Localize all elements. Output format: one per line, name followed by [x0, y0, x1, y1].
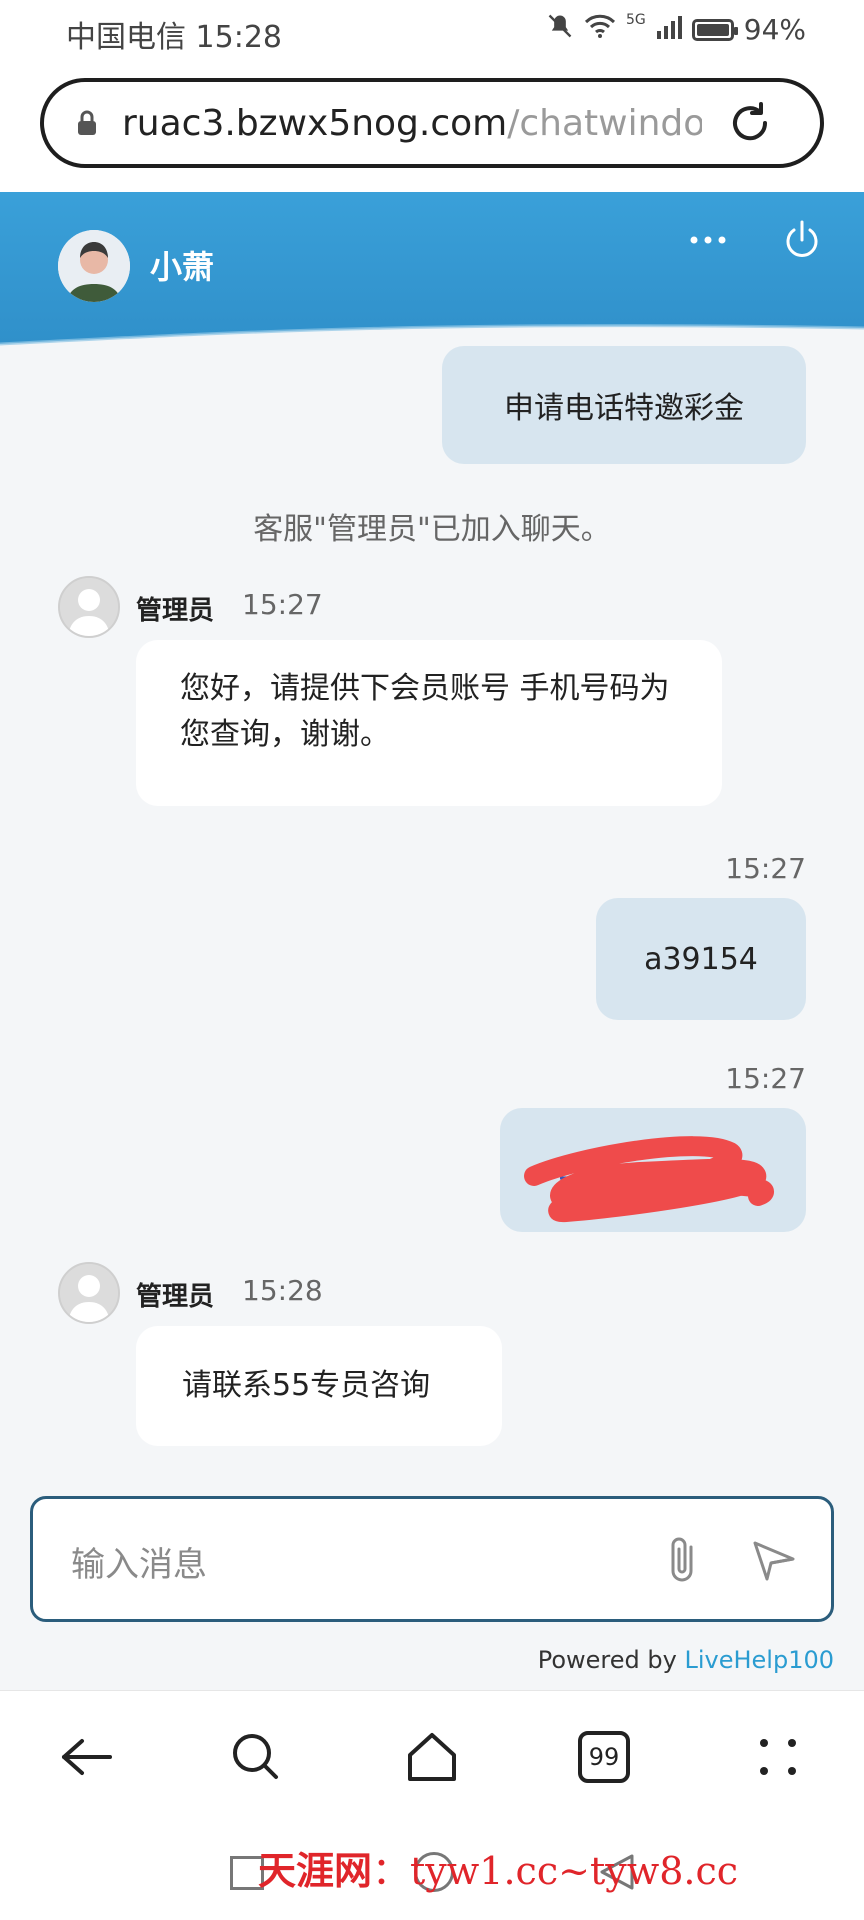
chat-header: 小萧 [0, 192, 864, 354]
message-bubble-incoming[interactable]: 请联系55专员咨询 [136, 1326, 502, 1446]
lock-icon [72, 108, 102, 138]
menu-icon[interactable] [748, 1727, 808, 1787]
url-text[interactable]: ruac3.bzwx5nog.com/chatwindow [122, 103, 702, 144]
url-path: /chatwindow [507, 102, 702, 144]
powered-brand-link[interactable]: LiveHelp100 [684, 1646, 834, 1674]
powered-by: Powered by LiveHelp100 [538, 1646, 834, 1674]
browser-bottom-nav: 99 [0, 1690, 864, 1831]
mute-icon [546, 12, 574, 47]
paperclip-icon[interactable] [661, 1533, 707, 1589]
status-bar: 中国电信 15:28 5G 94% [0, 0, 864, 60]
system-nav-bar: 天涯网：tyw1.cc~tyw8.cc [0, 1830, 864, 1920]
search-icon[interactable] [226, 1727, 286, 1787]
message-text: 您好，请提供下会员账号 手机号码为您查询，谢谢。 [180, 671, 670, 752]
agent-name: 小萧 [150, 248, 215, 286]
reload-icon[interactable] [724, 97, 776, 149]
message-time: 15:27 [725, 852, 806, 885]
message-text: 请联系55专员咨询 [182, 1368, 431, 1403]
address-bar[interactable]: ruac3.bzwx5nog.com/chatwindow [40, 78, 824, 168]
message-list: 申请电话特邀彩金 客服"管理员"已加入聊天。 管理员 15:27 您好，请提供下… [0, 346, 864, 1484]
agent-avatar [58, 230, 130, 302]
browser-toolbar: ruac3.bzwx5nog.com/chatwindow [0, 60, 864, 192]
admin-avatar [58, 1262, 120, 1324]
tabs-icon[interactable]: 99 [574, 1727, 634, 1787]
message-input[interactable]: 输入消息 [30, 1496, 834, 1622]
message-text: a39154 [644, 941, 758, 977]
carrier-time: 中国电信 15:28 [66, 20, 282, 55]
message-bubble-outgoing[interactable]: 申请电话特邀彩金 [442, 346, 806, 464]
watermark-sep: ： [372, 1849, 411, 1893]
message-bubble-outgoing[interactable]: a39154 [596, 898, 806, 1020]
tab-count: 99 [588, 1743, 620, 1771]
message-text: 申请电话特邀彩金 [504, 391, 744, 426]
watermark: 天涯网：tyw1.cc~tyw8.cc [258, 1840, 738, 1895]
network-label: 5G [626, 11, 646, 28]
wifi-icon [584, 13, 616, 46]
signal-icon [656, 13, 682, 46]
redaction-scribble [524, 1136, 774, 1223]
message-time: 15:28 [242, 1274, 323, 1307]
status-icons: 5G 94% [546, 12, 806, 47]
sender-name: 管理员 [136, 1282, 215, 1312]
input-placeholder: 输入消息 [71, 1545, 207, 1585]
system-notice: 客服"管理员"已加入聊天。 [253, 512, 611, 547]
url-host: ruac3.bzwx5nog.com [122, 102, 508, 144]
message-time: 15:27 [242, 588, 323, 621]
battery-percent: 94% [743, 13, 806, 46]
more-icon[interactable] [686, 228, 730, 252]
message-bubble-redacted[interactable] [500, 1108, 806, 1232]
sender-name: 管理员 [136, 596, 215, 626]
watermark-cn: 天涯网 [258, 1848, 373, 1893]
send-icon[interactable] [749, 1535, 799, 1585]
home-icon[interactable] [402, 1727, 462, 1787]
watermark-url: tyw1.cc~tyw8.cc [410, 1849, 739, 1893]
back-icon[interactable] [56, 1727, 116, 1787]
powered-prefix: Powered by [537, 1646, 685, 1674]
message-bubble-incoming[interactable]: 您好，请提供下会员账号 手机号码为您查询，谢谢。 [136, 640, 722, 806]
power-icon[interactable] [780, 218, 824, 262]
message-time: 15:27 [725, 1062, 806, 1095]
battery-icon [691, 18, 738, 41]
admin-avatar [58, 576, 120, 638]
